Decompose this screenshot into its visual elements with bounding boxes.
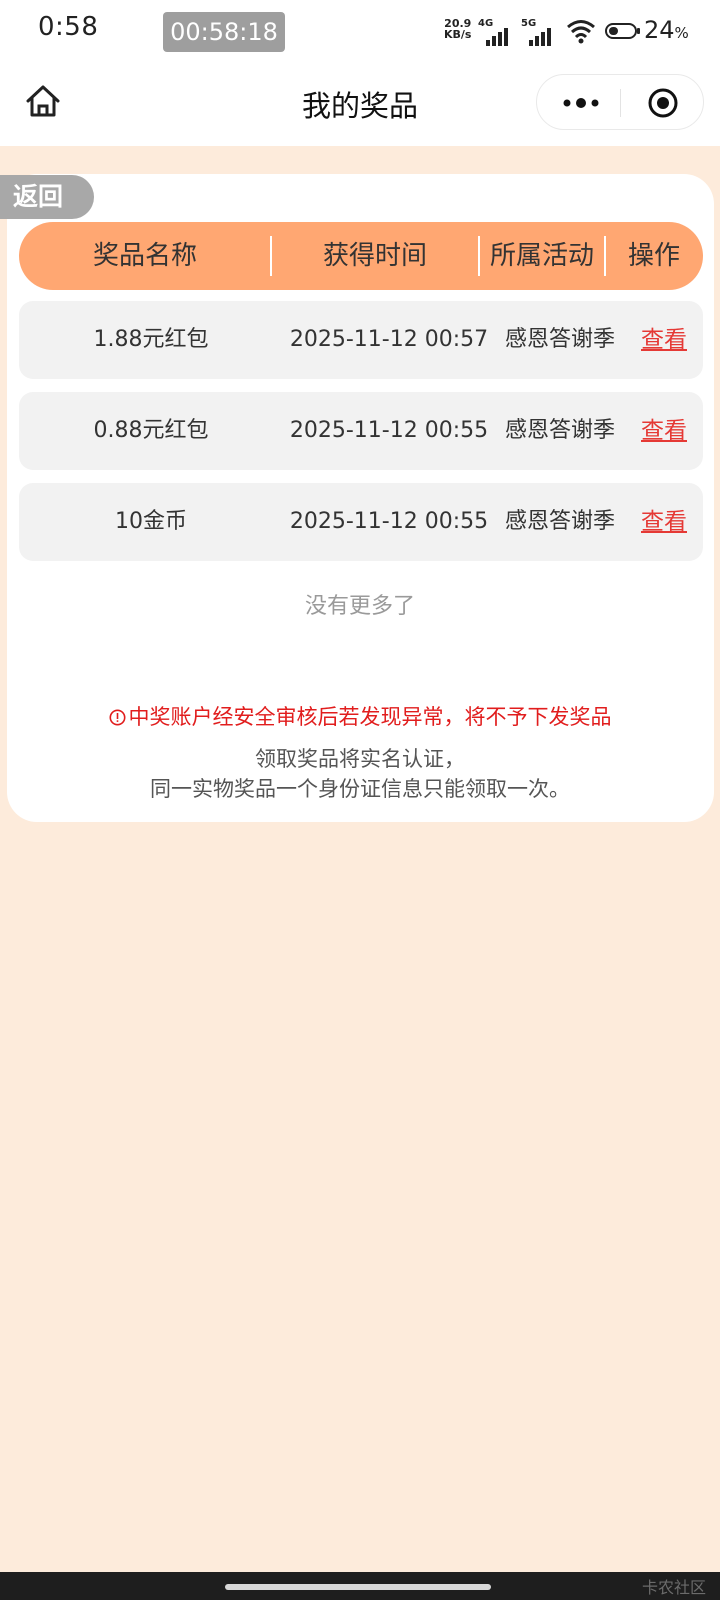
wifi-icon bbox=[567, 20, 595, 44]
battery-icon bbox=[605, 23, 640, 39]
close-icon[interactable] bbox=[647, 87, 679, 119]
table-row: 10金币 2025-11-12 00:55 感恩答谢季 查看 bbox=[19, 483, 703, 561]
network-speed: 20.9 KB/s bbox=[444, 18, 471, 40]
table-row: 0.88元红包 2025-11-12 00:55 感恩答谢季 查看 bbox=[19, 392, 703, 470]
table-row: 1.88元红包 2025-11-12 00:57 感恩答谢季 查看 bbox=[19, 301, 703, 379]
header-time: 获得时间 bbox=[322, 241, 427, 271]
prize-time: 2025-11-12 00:55 bbox=[289, 509, 489, 534]
prize-activity: 感恩答谢季 bbox=[504, 509, 615, 534]
system-navigation-bar: 卡农社区 bbox=[0, 1572, 720, 1600]
navigation-bar: 我的奖品 bbox=[0, 64, 720, 146]
miniprogram-capsule bbox=[536, 74, 704, 130]
prize-activity: 感恩答谢季 bbox=[504, 418, 615, 443]
screen-record-timer: 00:58:18 bbox=[163, 12, 285, 52]
network-speed-unit: KB/s bbox=[444, 28, 472, 41]
prize-activity: 感恩答谢季 bbox=[504, 327, 615, 352]
battery-level: 24% bbox=[644, 16, 689, 44]
signal-4g-icon: 4G bbox=[478, 18, 518, 46]
view-link-text[interactable]: 查看 bbox=[641, 327, 687, 353]
no-more-text: 没有更多了 bbox=[304, 594, 415, 619]
status-time: 0:58 bbox=[38, 12, 99, 42]
prize-name: 10金币 bbox=[115, 509, 187, 534]
prize-time: 2025-11-12 00:55 bbox=[289, 418, 489, 443]
more-icon[interactable] bbox=[559, 87, 603, 119]
prize-name: 0.88元红包 bbox=[93, 418, 209, 443]
prize-time: 2025-11-12 00:57 bbox=[289, 327, 489, 352]
notice-line-1: 领取奖品将实名认证， bbox=[255, 747, 465, 771]
table-header: 奖品名称 获得时间 所属活动 操作 bbox=[19, 222, 703, 290]
warning-text: 中奖账户经安全审核后若发现异常，将不予下发奖品 bbox=[128, 705, 612, 729]
header-activity: 所属活动 bbox=[489, 241, 594, 271]
capsule-divider bbox=[620, 89, 621, 117]
notice-line-2: 同一实物奖品一个身份证信息只能领取一次。 bbox=[150, 777, 570, 801]
header-action: 操作 bbox=[627, 241, 680, 271]
back-button[interactable]: 返回 bbox=[0, 175, 94, 219]
gesture-handle[interactable] bbox=[225, 1584, 491, 1590]
watermark: 卡农社区 bbox=[641, 1578, 706, 1597]
view-link-text[interactable]: 查看 bbox=[641, 418, 687, 444]
warning-icon bbox=[109, 709, 125, 726]
view-link: 查看 bbox=[625, 301, 703, 379]
risk-warning: 中奖账户经安全审核后若发现异常，将不予下发奖品 bbox=[0, 701, 720, 731]
status-bar: 0:58 00:58:18 20.9 KB/s 4G 5G 24% bbox=[0, 0, 720, 64]
view-link: 查看 bbox=[625, 483, 703, 561]
header-prize-name: 奖品名称 bbox=[92, 241, 197, 271]
signal-5g-icon: 5G bbox=[521, 18, 561, 46]
prize-name: 1.88元红包 bbox=[93, 327, 209, 352]
view-link-text[interactable]: 查看 bbox=[641, 509, 687, 535]
view-link: 查看 bbox=[625, 392, 703, 470]
